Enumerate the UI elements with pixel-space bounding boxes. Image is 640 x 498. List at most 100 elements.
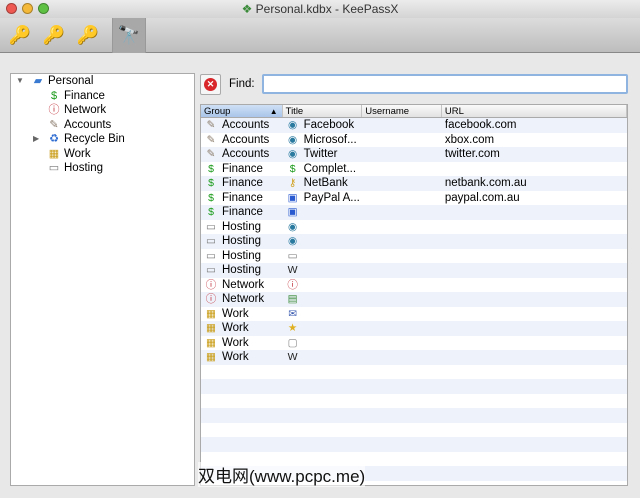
key-delete-icon: 🔑 <box>76 25 100 45</box>
table-row[interactable]: ▦ Work ✉ <box>201 307 627 322</box>
table-row[interactable]: $ Finance $ Complet... <box>201 162 627 177</box>
tree-node-network[interactable]: ⓘ Network <box>11 103 194 118</box>
folder-icon: ▰ <box>33 75 43 87</box>
group-text: Finance <box>222 206 263 218</box>
title-cell: ▢ <box>283 336 363 351</box>
table-row[interactable]: $ Finance ▣ <box>201 205 627 220</box>
group-cell: ✎ Accounts <box>201 118 283 133</box>
table-row[interactable]: ▭ Hosting ▭ <box>201 249 627 264</box>
group-icon: ✎ <box>206 148 216 160</box>
title-text: Microsof... <box>303 133 357 146</box>
title-bar: ❖ Personal.kdbx - KeePassX <box>0 0 640 18</box>
username-cell <box>362 350 442 365</box>
group-text: Network <box>222 293 265 305</box>
group-label: Accounts <box>64 118 112 131</box>
close-window-button[interactable] <box>6 3 17 14</box>
table-row[interactable]: ✎ Accounts ◉ Twitter twitter.com <box>201 147 627 162</box>
table-row[interactable]: ▦ Work W <box>201 350 627 365</box>
collapse-triangle-icon[interactable]: ▼ <box>16 74 24 89</box>
group-cell: ✎ Accounts <box>201 133 283 148</box>
tree-node-recycle-bin[interactable]: ▶ ♻ Recycle Bin <box>11 132 194 147</box>
group-label: Finance <box>64 89 105 102</box>
title-text: Complet... <box>303 162 357 175</box>
title-cell: ★ <box>283 321 363 336</box>
group-icon: ▭ <box>48 162 60 174</box>
clear-icon: ✕ <box>204 78 217 91</box>
title-cell: ◉ Microsof... <box>283 133 363 148</box>
entry-icon: ★ <box>287 322 298 334</box>
username-cell <box>362 278 442 293</box>
table-row[interactable]: $ Finance ▣ PayPal A... paypal.com.au <box>201 191 627 206</box>
group-icon: ▦ <box>206 336 216 349</box>
title-cell: ◉ <box>283 220 363 235</box>
group-icon: ✎ <box>49 118 59 131</box>
edit-entry-button[interactable]: 🔑 <box>40 21 68 49</box>
url-cell: paypal.com.au <box>444 191 520 204</box>
add-entry-button[interactable]: 🔑 <box>6 21 34 49</box>
entry-icon: ▤ <box>287 293 298 305</box>
entry-icon: $ <box>289 162 296 175</box>
empty-row <box>201 408 627 423</box>
group-text: Accounts <box>222 133 270 146</box>
group-tree[interactable]: ▼ ▰ Personal $ Finance ⓘ Network ✎ Accounts ▶ ♻ R… <box>10 73 195 486</box>
tree-node-personal[interactable]: ▼ ▰ Personal <box>11 74 194 89</box>
group-icon: ♻ <box>49 133 59 145</box>
expand-triangle-icon[interactable]: ▶ <box>33 132 39 147</box>
column-header-title[interactable]: Title <box>283 105 363 117</box>
table-row[interactable]: ▭ Hosting W <box>201 263 627 278</box>
username-cell <box>362 263 442 278</box>
group-cell: ▦ Work <box>201 321 283 336</box>
table-row[interactable]: ▭ Hosting ◉ <box>201 234 627 249</box>
tree-node-hosting[interactable]: ▭ Hosting <box>11 161 194 176</box>
table-row[interactable]: ▭ Hosting ◉ <box>201 220 627 235</box>
table-row[interactable]: ▦ Work ★ <box>201 321 627 336</box>
group-text: Hosting <box>222 220 261 233</box>
clear-find-button[interactable]: ✕ <box>200 74 221 95</box>
group-icon: ▭ <box>206 235 216 247</box>
table-row[interactable]: ⓘ Network ⓘ <box>201 278 627 293</box>
group-icon: $ <box>50 89 58 102</box>
group-text: Hosting <box>222 249 261 262</box>
title-text: Facebook <box>303 119 355 131</box>
find-input[interactable] <box>262 74 628 94</box>
url-cell <box>442 234 627 249</box>
search-button[interactable]: 🔭 <box>112 18 146 53</box>
table-row[interactable]: ✎ Accounts ◉ Facebook facebook.com <box>201 118 627 133</box>
url-cell: twitter.com <box>444 148 500 160</box>
delete-entry-button[interactable]: 🔑 <box>74 21 102 49</box>
tree-node-finance[interactable]: $ Finance <box>11 89 194 104</box>
group-icon: $ <box>208 162 214 175</box>
group-icon: ▭ <box>206 220 216 233</box>
group-text: Hosting <box>222 264 261 276</box>
table-row[interactable]: ✎ Accounts ◉ Microsof... xbox.com <box>201 133 627 148</box>
column-header-url[interactable]: URL <box>442 105 627 117</box>
find-label: Find: <box>229 78 255 90</box>
tree-node-work[interactable]: ▦ Work <box>11 147 194 162</box>
title-cell: ◉ Twitter <box>283 147 363 162</box>
table-row[interactable]: ▦ Work ▢ <box>201 336 627 351</box>
zoom-window-button[interactable] <box>38 3 49 14</box>
watermark: 双电网(www.pcpc.me) <box>198 462 366 487</box>
group-text: Work <box>222 322 249 334</box>
tree-node-accounts[interactable]: ✎ Accounts <box>11 118 194 133</box>
table-row[interactable]: $ Finance ⚷ NetBank netbank.com.au <box>201 176 627 191</box>
group-text: Work <box>222 336 249 349</box>
title-text: PayPal A... <box>303 191 360 204</box>
group-icon: $ <box>208 206 214 218</box>
username-cell <box>362 249 442 264</box>
sort-ascending-icon: ▲ <box>269 107 278 116</box>
entry-icon: ⚷ <box>288 177 297 189</box>
column-header-group[interactable]: Group ▲ <box>201 105 283 117</box>
title-cell: ◉ <box>283 234 363 249</box>
entry-icon: ✉ <box>288 307 298 320</box>
keepass-app-icon: ❖ <box>241 2 253 16</box>
username-cell <box>362 321 442 336</box>
column-header-username[interactable]: Username <box>362 105 442 117</box>
minimize-window-button[interactable] <box>22 3 33 14</box>
group-icon: ▭ <box>206 249 216 262</box>
username-cell <box>362 234 442 249</box>
table-row[interactable]: ⓘ Network ▤ <box>201 292 627 307</box>
group-cell: ▦ Work <box>201 336 283 351</box>
group-text: Hosting <box>222 235 261 247</box>
group-text: Finance <box>222 162 263 175</box>
